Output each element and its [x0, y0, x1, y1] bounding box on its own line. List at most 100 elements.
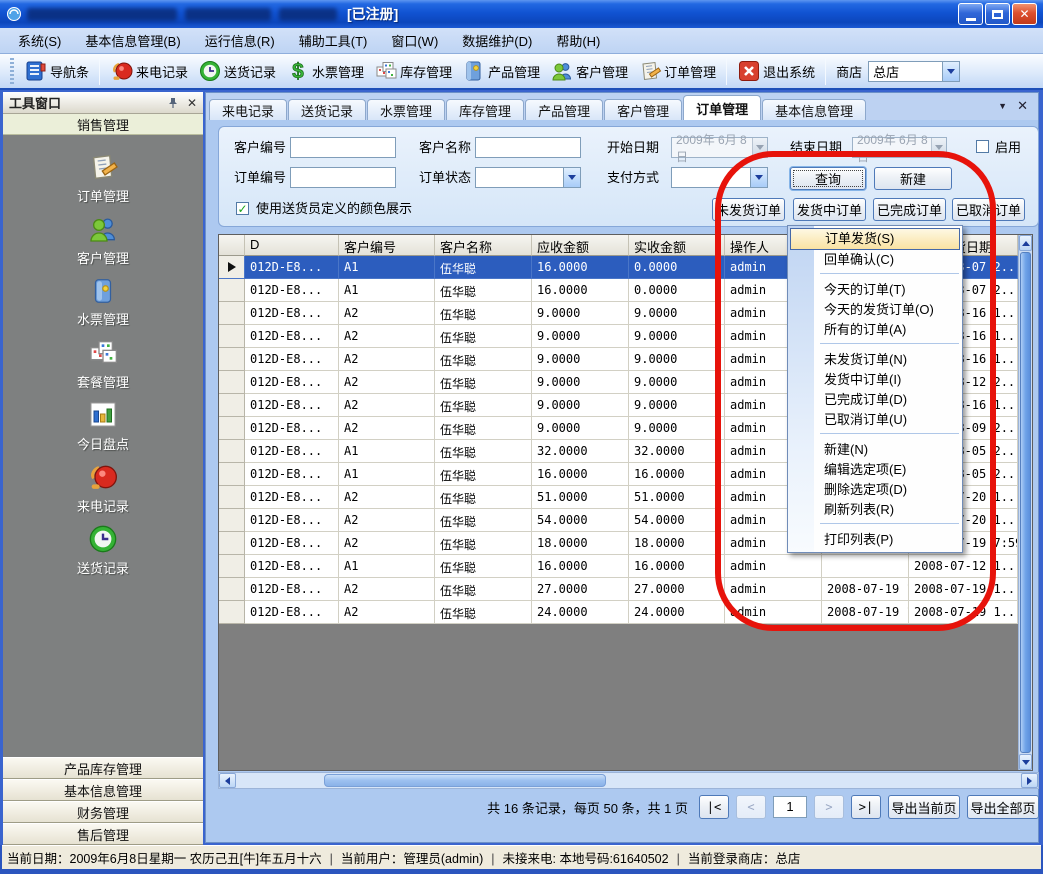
row-selector[interactable]: [219, 486, 245, 509]
menu-bar-item[interactable]: 窗口(W): [379, 27, 450, 54]
order-status-filter-button[interactable]: 已取消订单: [952, 198, 1025, 221]
cell-receivable[interactable]: 16.0000: [532, 279, 629, 302]
cell-receivable[interactable]: 9.0000: [532, 417, 629, 440]
cell-required-date[interactable]: 2008-07-19 1...: [909, 578, 1018, 601]
cell-customer-code[interactable]: A1: [339, 256, 435, 279]
cell-customer-name[interactable]: 伍华聪: [435, 555, 532, 578]
cell-received[interactable]: 9.0000: [629, 417, 725, 440]
table-column-header[interactable]: 应收金额: [532, 235, 629, 256]
cell-customer-code[interactable]: A2: [339, 578, 435, 601]
sidebar-group-bar[interactable]: 财务管理: [3, 801, 203, 823]
sidebar-item-water-ticket-management[interactable]: 水票管理: [28, 271, 178, 333]
toolbar-order-button[interactable]: 订单管理: [634, 57, 720, 85]
first-page-button[interactable]: |<: [699, 795, 729, 819]
sidebar-item-delivery-log[interactable]: 送货记录: [28, 519, 178, 581]
toolbar-exit-button[interactable]: 退出系统: [733, 57, 819, 85]
cell-received[interactable]: 54.0000: [629, 509, 725, 532]
sidebar-item-call-log[interactable]: 来电记录: [28, 457, 178, 519]
menu-bar-item[interactable]: 数据维护(D): [450, 27, 544, 54]
customer-name-input[interactable]: [475, 137, 581, 158]
tab[interactable]: 基本信息管理: [762, 99, 866, 120]
new-button[interactable]: 新建: [874, 167, 952, 190]
cell-customer-name[interactable]: 伍华聪: [435, 509, 532, 532]
cell-receivable[interactable]: 54.0000: [532, 509, 629, 532]
cell-receivable[interactable]: 16.0000: [532, 256, 629, 279]
cell-received[interactable]: 0.0000: [629, 256, 725, 279]
cell-received[interactable]: 9.0000: [629, 348, 725, 371]
cell-customer-code[interactable]: A2: [339, 509, 435, 532]
cell-id[interactable]: 012D-E8...: [245, 532, 339, 555]
export-current-page-button[interactable]: 导出当前页: [888, 795, 960, 819]
cell-received[interactable]: 9.0000: [629, 302, 725, 325]
cell-id[interactable]: 012D-E8...: [245, 463, 339, 486]
row-selector[interactable]: [219, 417, 245, 440]
sidebar-group-bar[interactable]: 产品库存管理: [3, 757, 203, 779]
cell-customer-code[interactable]: A2: [339, 417, 435, 440]
row-selector[interactable]: [219, 302, 245, 325]
tabstrip-close-icon[interactable]: ✕: [1017, 98, 1028, 114]
cell-received[interactable]: 32.0000: [629, 440, 725, 463]
pin-icon[interactable]: [167, 97, 179, 109]
query-button[interactable]: 查询: [790, 167, 866, 190]
row-selector[interactable]: [219, 555, 245, 578]
page-number-input[interactable]: 1: [773, 796, 807, 818]
toolbar-customer-button[interactable]: 客户管理: [546, 57, 632, 85]
cell-order-date[interactable]: 2008-07-19 1...: [822, 601, 909, 624]
cell-customer-code[interactable]: A2: [339, 325, 435, 348]
context-menu-item[interactable]: 新建(N): [788, 440, 962, 460]
order-code-input[interactable]: [290, 167, 396, 188]
menu-bar-item[interactable]: 运行信息(R): [193, 27, 287, 54]
cell-customer-code[interactable]: A2: [339, 394, 435, 417]
sidebar-group-sales[interactable]: 销售管理: [3, 114, 203, 135]
last-page-button[interactable]: >|: [851, 795, 881, 819]
start-date-caret-icon[interactable]: [752, 138, 767, 157]
context-menu-item[interactable]: [820, 523, 959, 530]
sidebar-item-package-management[interactable]: 套餐管理: [28, 333, 178, 395]
export-all-pages-button[interactable]: 导出全部页: [967, 795, 1039, 819]
cell-id[interactable]: 012D-E8...: [245, 279, 339, 302]
tabstrip-caret-icon[interactable]: ▼: [998, 101, 1007, 111]
cell-customer-code[interactable]: A1: [339, 463, 435, 486]
minimize-button[interactable]: [958, 3, 983, 25]
cell-customer-code[interactable]: A2: [339, 601, 435, 624]
cell-id[interactable]: 012D-E8...: [245, 486, 339, 509]
row-selector[interactable]: [219, 394, 245, 417]
cell-id[interactable]: 012D-E8...: [245, 555, 339, 578]
row-selector[interactable]: [219, 578, 245, 601]
cell-customer-name[interactable]: 伍华聪: [435, 578, 532, 601]
context-menu-item[interactable]: 已取消订单(U): [788, 410, 962, 430]
row-selector[interactable]: [219, 532, 245, 555]
cell-id[interactable]: 012D-E8...: [245, 325, 339, 348]
table-column-header[interactable]: [219, 235, 245, 256]
scroll-left-icon[interactable]: [219, 773, 236, 788]
cell-required-date[interactable]: 2008-07-19 1...: [909, 601, 1018, 624]
menu-bar-item[interactable]: 基本信息管理(B): [73, 27, 192, 54]
context-menu-item[interactable]: 删除选定项(D): [788, 480, 962, 500]
context-menu-item[interactable]: 发货中订单(I): [788, 370, 962, 390]
customer-code-input[interactable]: [290, 137, 396, 158]
context-menu-item[interactable]: 刷新列表(R): [788, 500, 962, 520]
enable-checkbox[interactable]: [976, 140, 989, 153]
cell-id[interactable]: 012D-E8...: [245, 348, 339, 371]
toolbar-inventory-button[interactable]: 库存管理: [370, 57, 456, 85]
cell-required-date[interactable]: 2008-07-12 1...: [909, 555, 1018, 578]
cell-received[interactable]: 9.0000: [629, 394, 725, 417]
order-status-filter-button[interactable]: 未发货订单: [712, 198, 785, 221]
order-status-filter-button[interactable]: 已完成订单: [873, 198, 946, 221]
scroll-up-icon[interactable]: [1019, 235, 1032, 251]
cell-id[interactable]: 012D-E8...: [245, 256, 339, 279]
toolbar-water-ticket-button[interactable]: $ 水票管理: [282, 57, 368, 85]
row-selector[interactable]: [219, 371, 245, 394]
toolbar-navbar-button[interactable]: 导航条: [20, 57, 93, 85]
table-row[interactable]: 012D-E8... A1 伍华聪 16.0000 16.0000 admin …: [219, 555, 1018, 578]
cell-received[interactable]: 24.0000: [629, 601, 725, 624]
table-column-header[interactable]: 实收金额: [629, 235, 725, 256]
cell-received[interactable]: 0.0000: [629, 279, 725, 302]
row-selector[interactable]: [219, 440, 245, 463]
tab[interactable]: 送货记录: [288, 99, 366, 120]
end-date-picker[interactable]: 2009年 6月 8日: [852, 137, 947, 158]
cell-customer-name[interactable]: 伍华聪: [435, 348, 532, 371]
scroll-right-icon[interactable]: [1021, 773, 1038, 788]
cell-received[interactable]: 16.0000: [629, 555, 725, 578]
pay-method-select[interactable]: [671, 167, 768, 188]
